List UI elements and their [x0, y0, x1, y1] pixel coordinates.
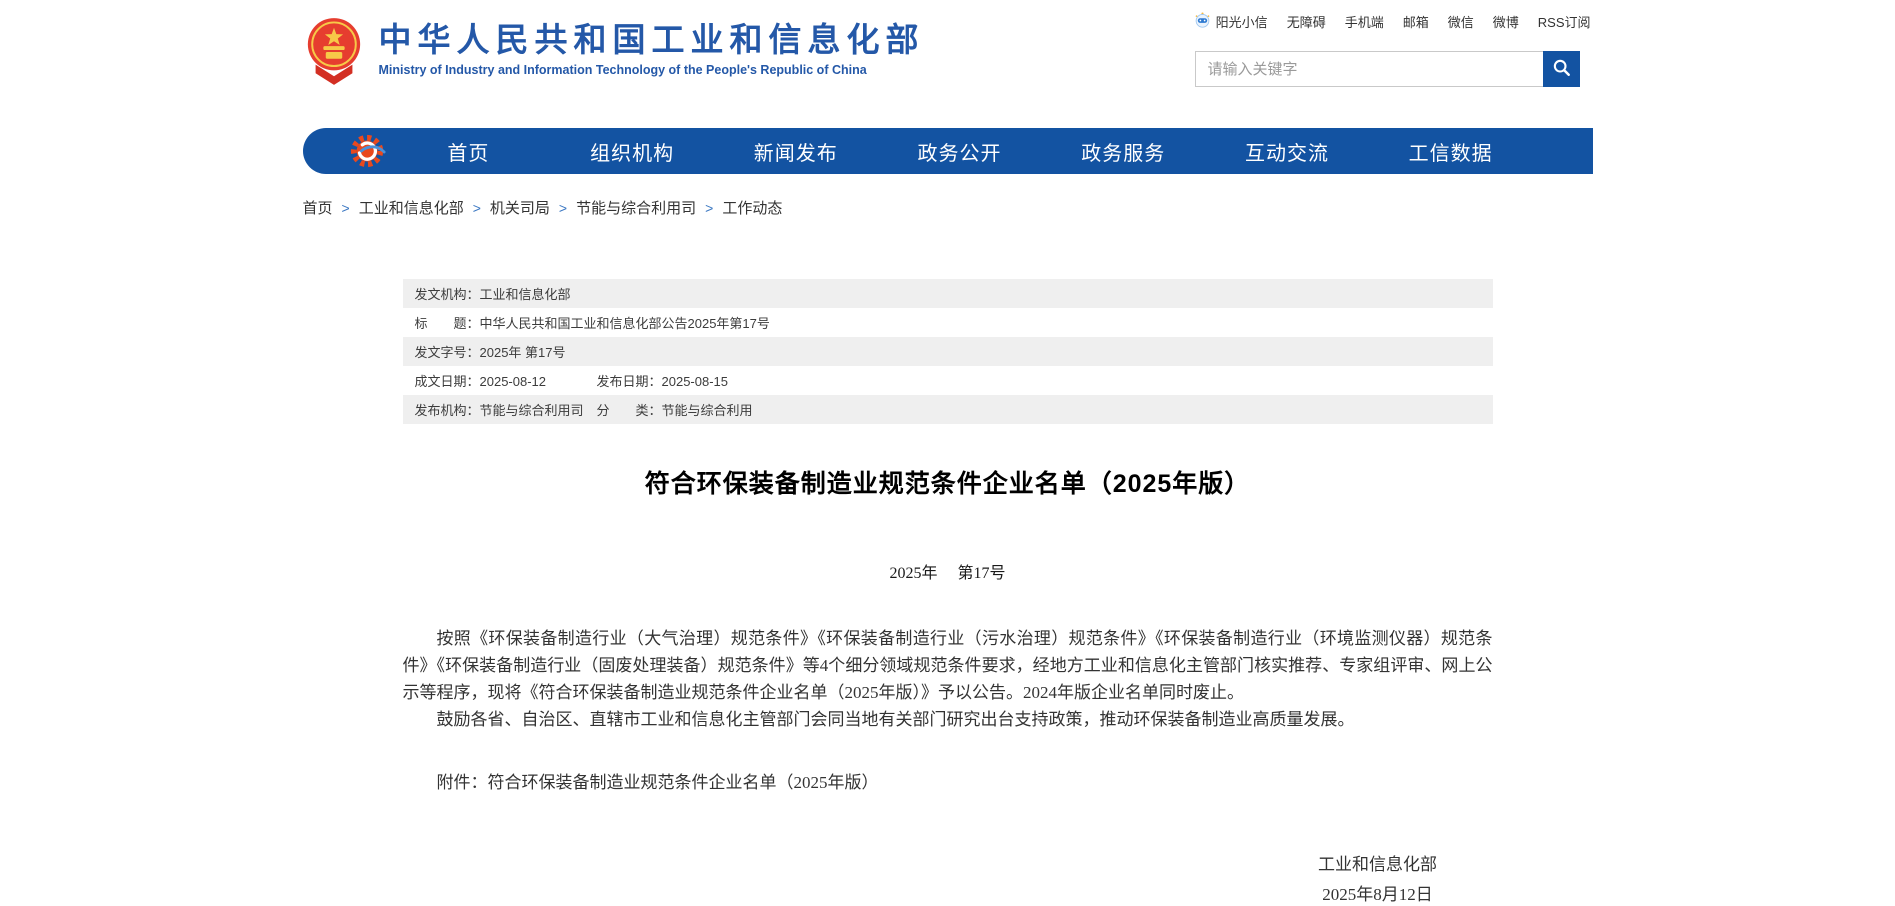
meta-cell: 发文字号：2025年 第17号	[415, 342, 566, 361]
article: 发文机构：工业和信息化部 标 题：中华人民共和国工业和信息化部公告2025年第1…	[403, 279, 1493, 906]
breadcrumb-item-home[interactable]: 首页	[303, 197, 333, 218]
attachment-link[interactable]: 附件：符合环保装备制造业规范条件企业名单（2025年版）	[403, 769, 1493, 796]
nav-items: 首页 组织机构 新闻发布 政务公开 政务服务 互动交流 工信数据	[387, 137, 1593, 166]
top-link-rss[interactable]: RSS订阅	[1538, 12, 1591, 31]
top-link-mail[interactable]: 邮箱	[1403, 12, 1429, 31]
meta-row-dates: 成文日期：2025-08-12 发布日期：2025-08-15	[403, 366, 1493, 395]
announcement-number: 2025年 第17号	[403, 563, 1493, 585]
top-link-wechat[interactable]: 微信	[1448, 12, 1474, 31]
page-container: 中华人民共和国工业和信息化部 Ministry of Industry and …	[303, 0, 1593, 906]
meta-cell: 分 类：节能与综合利用	[597, 400, 753, 419]
meta-label: 发文字号：	[415, 345, 480, 360]
meta-label: 发布机构：	[415, 403, 480, 418]
site-subtitle-en: Ministry of Industry and Information Tec…	[379, 63, 925, 77]
article-body: 按照《环保装备制造行业（大气治理）规范条件》《环保装备制造行业（污水治理）规范条…	[403, 625, 1493, 733]
article-paragraph: 按照《环保装备制造行业（大气治理）规范条件》《环保装备制造行业（污水治理）规范条…	[403, 625, 1493, 706]
search-button[interactable]	[1543, 51, 1580, 87]
breadcrumb-separator: >	[473, 200, 481, 216]
top-link-accessibility[interactable]: 无障碍	[1287, 12, 1326, 31]
site-header: 中华人民共和国工业和信息化部 Ministry of Industry and …	[303, 0, 1593, 103]
main-nav: 首页 组织机构 新闻发布 政务公开 政务服务 互动交流 工信数据	[303, 128, 1593, 174]
meta-row-doc-number: 发文字号：2025年 第17号	[403, 337, 1493, 366]
robot-icon	[1194, 11, 1211, 31]
meta-value: 2025-08-15	[662, 374, 729, 389]
meta-value: 节能与综合利用司	[480, 403, 584, 418]
site-title: 中华人民共和国工业和信息化部	[379, 22, 925, 58]
document-meta-table: 发文机构：工业和信息化部 标 题：中华人民共和国工业和信息化部公告2025年第1…	[403, 279, 1493, 424]
breadcrumb: 首页 > 工业和信息化部 > 机关司局 > 节能与综合利用司 > 工作动态	[303, 197, 1593, 218]
top-link-weibo[interactable]: 微博	[1493, 12, 1519, 31]
nav-item-home[interactable]: 首页	[387, 137, 551, 166]
meta-label: 发布日期：	[597, 374, 662, 389]
meta-value: 2025-08-12	[480, 374, 547, 389]
national-emblem-icon	[303, 16, 365, 91]
breadcrumb-item-energy-conservation-dept[interactable]: 节能与综合利用司	[576, 197, 696, 218]
site-brand: 中华人民共和国工业和信息化部 Ministry of Industry and …	[303, 16, 925, 91]
search-icon	[1552, 58, 1571, 80]
meta-cell: 标 题：中华人民共和国工业和信息化部公告2025年第17号	[415, 313, 770, 332]
breadcrumb-item-miit[interactable]: 工业和信息化部	[359, 197, 464, 218]
meta-cell: 发文机构：工业和信息化部	[415, 284, 571, 303]
nav-item-organization[interactable]: 组织机构	[550, 137, 714, 166]
meta-label: 成文日期：	[415, 374, 480, 389]
nav-item-gov-disclosure[interactable]: 政务公开	[878, 137, 1042, 166]
breadcrumb-separator: >	[342, 200, 350, 216]
breadcrumb-separator: >	[559, 200, 567, 216]
nav-item-news[interactable]: 新闻发布	[714, 137, 878, 166]
meta-value: 工业和信息化部	[480, 287, 571, 302]
meta-value: 节能与综合利用	[662, 403, 753, 418]
top-utility-links: 阳光小信 无障碍 手机端 邮箱 微信 微博 RSS订阅	[1194, 11, 1591, 31]
top-link-yangguang-xiaoxin[interactable]: 阳光小信	[1194, 11, 1268, 31]
brand-text: 中华人民共和国工业和信息化部 Ministry of Industry and …	[379, 16, 925, 77]
meta-label: 发文机构：	[415, 287, 480, 302]
meta-cell: 成文日期：2025-08-12	[415, 371, 597, 390]
meta-row-issuing-agency: 发文机构：工业和信息化部	[403, 279, 1493, 308]
breadcrumb-separator: >	[705, 200, 713, 216]
meta-cell: 发布机构：节能与综合利用司	[415, 400, 597, 419]
meta-value: 2025年 第17号	[480, 345, 566, 360]
meta-label: 分 类：	[597, 403, 662, 418]
search-input[interactable]	[1195, 51, 1543, 87]
signature-block: 工业和信息化部 2025年8月12日	[1263, 854, 1493, 906]
top-link-mobile[interactable]: 手机端	[1345, 12, 1384, 31]
nav-item-gov-services[interactable]: 政务服务	[1041, 137, 1205, 166]
nav-item-interaction[interactable]: 互动交流	[1205, 137, 1369, 166]
nav-item-miit-data[interactable]: 工信数据	[1369, 137, 1533, 166]
breadcrumb-item-departments[interactable]: 机关司局	[490, 197, 550, 218]
signature-org: 工业和信息化部	[1263, 854, 1493, 876]
meta-cell: 发布日期：2025-08-15	[597, 371, 729, 390]
article-title: 符合环保装备制造业规范条件企业名单（2025年版）	[403, 468, 1493, 501]
miit-gear-logo-icon	[349, 132, 387, 170]
top-link-label: 阳光小信	[1216, 12, 1268, 31]
meta-row-title: 标 题：中华人民共和国工业和信息化部公告2025年第17号	[403, 308, 1493, 337]
meta-value: 中华人民共和国工业和信息化部公告2025年第17号	[480, 316, 770, 331]
search-bar	[1195, 51, 1580, 87]
meta-row-publisher-category: 发布机构：节能与综合利用司 分 类：节能与综合利用	[403, 395, 1493, 424]
meta-label: 标 题：	[415, 316, 480, 331]
signature-date: 2025年8月12日	[1263, 884, 1493, 906]
breadcrumb-item-work-updates[interactable]: 工作动态	[722, 197, 782, 218]
article-paragraph: 鼓励各省、自治区、直辖市工业和信息化主管部门会同当地有关部门研究出台支持政策，推…	[403, 706, 1493, 733]
